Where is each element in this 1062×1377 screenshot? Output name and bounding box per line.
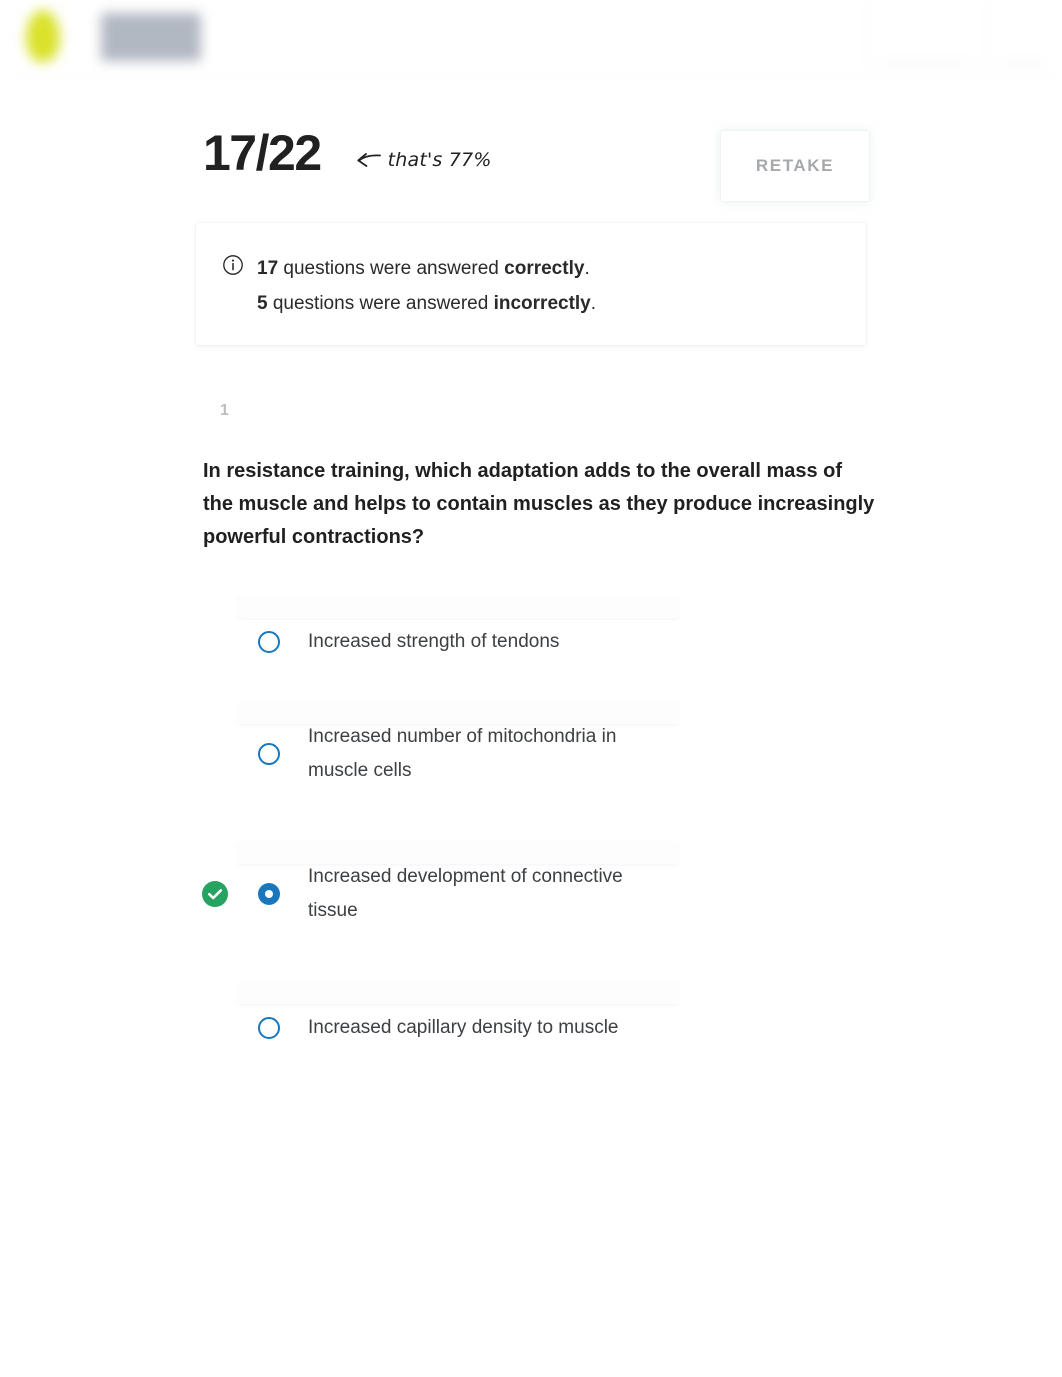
correct-count: 17: [257, 258, 279, 279]
summary-correct-line: 17 questions were answered correctly.: [257, 251, 596, 286]
correct-phrase: questions were answered: [278, 258, 505, 279]
retake-button[interactable]: RETAKE: [720, 130, 870, 202]
header-nav-placeholder-b: [1000, 58, 1046, 70]
incorrect-word: incorrectly: [493, 293, 591, 314]
correct-word: correctly: [504, 258, 585, 279]
option-label: Increased number of mitochondria in musc…: [308, 726, 617, 781]
answer-option-row[interactable]: Increased number of mitochondria in musc…: [196, 702, 886, 842]
correct-period: .: [584, 258, 590, 279]
radio-button-selected[interactable]: [258, 883, 280, 905]
app-header-blurred: [0, 0, 1062, 78]
correct-check-icon: [202, 881, 228, 907]
header-divider-right: [986, 0, 987, 78]
results-summary-card: 17 questions were answered correctly. 5 …: [196, 223, 866, 345]
option-label: Increased strength of tendons: [308, 631, 560, 652]
header-divider-left: [866, 0, 867, 78]
option-body[interactable]: Increased strength of tendons: [196, 596, 886, 670]
score-value: 17/22: [203, 125, 322, 181]
incorrect-period: .: [590, 293, 597, 314]
option-label: Increased capillary density to muscle: [308, 1017, 619, 1038]
option-label: Increased development of connective tiss…: [308, 866, 623, 921]
info-circle-icon: [222, 254, 244, 276]
incorrect-phrase: questions were answered: [267, 293, 494, 314]
score-header: 17/22 that's 77%: [203, 128, 492, 178]
question-text: In resistance training, which adaptation…: [203, 460, 875, 548]
answer-options-list: Increased strength of tendons Increased …: [196, 596, 886, 1122]
quiz-results-page: 17/22 that's 77% RETAKE 17 questions wer…: [0, 0, 1062, 1377]
brand-wordmark-redacted: [101, 13, 201, 61]
question-number: 1: [220, 402, 229, 419]
summary-text-block: 17 questions were answered correctly. 5 …: [257, 251, 596, 321]
option-body[interactable]: Increased capillary density to muscle: [196, 982, 886, 1056]
answer-option-row[interactable]: Increased strength of tendons: [196, 596, 886, 702]
header-nav-placeholder-a: [880, 58, 970, 70]
summary-content: 17 questions were answered correctly. 5 …: [222, 251, 596, 321]
option-body[interactable]: Increased development of connective tiss…: [196, 842, 886, 928]
summary-incorrect-line: 5 questions were answered incorrectly.: [257, 286, 596, 321]
option-body[interactable]: Increased number of mitochondria in musc…: [196, 702, 886, 788]
retake-button-label: RETAKE: [755, 156, 835, 175]
incorrect-count: 5: [257, 293, 268, 314]
radio-button-unselected[interactable]: [258, 743, 280, 765]
leaf-logo-icon: [26, 10, 60, 62]
radio-button-unselected[interactable]: [258, 631, 280, 653]
retake-button-container: RETAKE: [720, 130, 870, 202]
arrow-left-icon: [355, 151, 381, 169]
answer-option-row-correct[interactable]: Increased development of connective tiss…: [196, 842, 886, 982]
answer-option-row[interactable]: Increased capillary density to muscle: [196, 982, 886, 1122]
radio-button-unselected[interactable]: [258, 1017, 280, 1039]
score-annotation-text: that's 77%: [387, 149, 492, 171]
score-annotation: that's 77%: [355, 135, 492, 171]
